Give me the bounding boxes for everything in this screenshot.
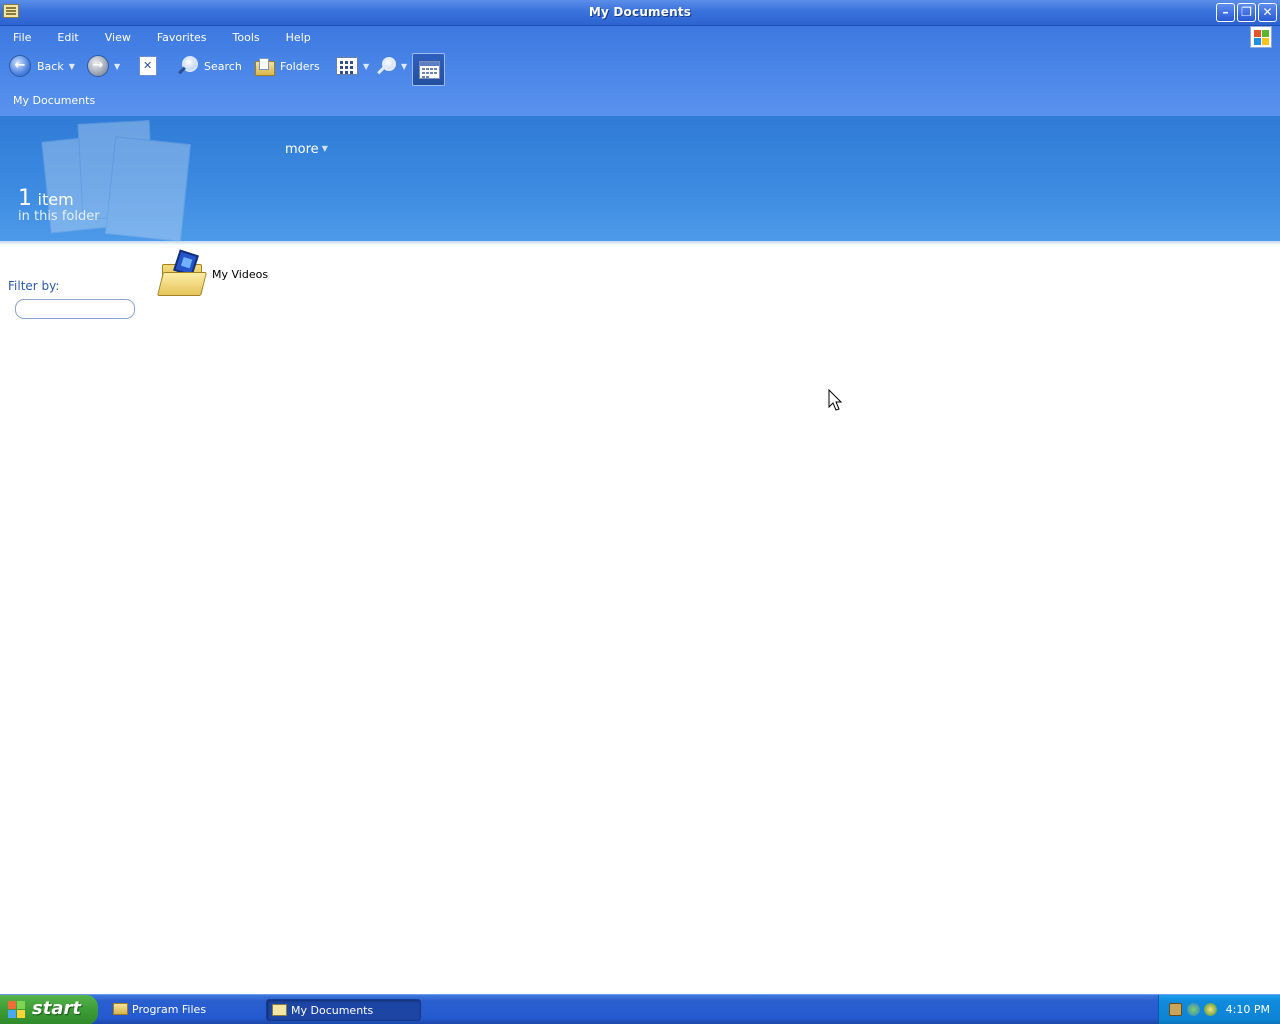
forward-arrow-icon: → [87, 55, 109, 77]
delete-button[interactable] [139, 52, 157, 80]
forward-dropdown-icon[interactable]: ▼ [114, 62, 120, 71]
zoom-dropdown-icon[interactable]: ▼ [401, 62, 407, 71]
taskbar-item-my-documents[interactable]: My Documents [266, 999, 421, 1021]
folders-label: Folders [280, 59, 320, 73]
system-tray: 4:10 PM [1158, 995, 1280, 1024]
restore-button[interactable]: ❐ [1237, 3, 1256, 22]
toolbar: ← Back ▼ → ▼ Search Folders ▼ ▼ [0, 52, 460, 86]
title-bar[interactable]: My Documents – ❐ ✕ [0, 0, 1280, 26]
more-button[interactable]: more ▼ [285, 142, 328, 157]
windows-flag-icon [8, 1001, 26, 1019]
file-item-my-videos[interactable]: My Videos [157, 249, 278, 302]
back-button[interactable]: ← Back ▼ [9, 52, 75, 80]
menu-bar: File Edit View Favorites Tools Help [0, 30, 323, 48]
address-breadcrumb[interactable]: My Documents [13, 94, 95, 107]
clock[interactable]: 4:10 PM [1226, 1003, 1270, 1016]
taskbar: start Program Files My Documents 4:10 PM [0, 994, 1280, 1024]
explorer-chrome: File Edit View Favorites Tools Help ← Ba… [0, 26, 1280, 116]
search-button[interactable]: Search [176, 52, 242, 80]
details-view-button[interactable] [412, 53, 445, 86]
more-label: more [285, 142, 319, 157]
search-icon [176, 55, 198, 77]
back-dropdown-icon[interactable]: ▼ [69, 62, 75, 71]
mouse-cursor-icon [828, 389, 843, 411]
security-tray-icon[interactable] [1204, 1003, 1217, 1016]
filter-label: Filter by: [8, 279, 60, 293]
folders-button[interactable]: Folders [254, 52, 320, 80]
my-videos-folder-icon [157, 249, 207, 298]
back-arrow-icon: ← [9, 55, 31, 77]
zoom-icon [374, 55, 396, 77]
filter-input[interactable] [15, 299, 135, 319]
globe-tray-icon[interactable] [1187, 1003, 1200, 1016]
menu-edit[interactable]: Edit [57, 30, 78, 48]
folders-icon [254, 57, 276, 76]
views-dropdown-icon[interactable]: ▼ [363, 62, 369, 71]
file-item-label: My Videos [212, 268, 269, 281]
menu-help[interactable]: Help [286, 30, 311, 48]
taskbar-item-label: Program Files [132, 1003, 207, 1016]
window-controls: – ❐ ✕ [1216, 3, 1277, 22]
views-button[interactable]: ▼ [336, 52, 369, 80]
more-caret-icon: ▼ [321, 144, 328, 153]
window-title: My Documents [588, 5, 692, 19]
network-tray-icon[interactable] [1169, 1003, 1182, 1016]
minimize-button[interactable]: – [1216, 3, 1235, 22]
my-documents-icon [272, 1004, 287, 1016]
folder-banner: 1 item in this folder more ▼ [0, 116, 1280, 242]
start-label: start [32, 998, 81, 1019]
calendar-view-icon [419, 61, 440, 79]
menu-view[interactable]: View [105, 30, 131, 48]
item-count-unit: item [37, 190, 74, 209]
back-label: Back [37, 59, 64, 73]
start-button[interactable]: start [0, 995, 98, 1024]
search-label: Search [204, 59, 242, 73]
menu-file[interactable]: File [13, 30, 31, 48]
menu-tools[interactable]: Tools [233, 30, 260, 48]
item-count-number: 1 [18, 186, 32, 211]
delete-icon [139, 56, 157, 76]
forward-button[interactable]: → ▼ [87, 52, 120, 80]
item-count: 1 item in this folder [18, 186, 100, 224]
zoom-button[interactable]: ▼ [374, 52, 407, 80]
views-icon [336, 57, 358, 75]
taskbar-item-label: My Documents [291, 1004, 374, 1017]
taskbar-item-program-files[interactable]: Program Files [108, 999, 263, 1021]
item-count-subtitle: in this folder [18, 209, 100, 224]
menu-favorites[interactable]: Favorites [157, 30, 207, 48]
windows-logo-icon [1250, 26, 1272, 48]
banner-divider [0, 241, 1280, 245]
folder-icon [113, 1003, 128, 1015]
close-button[interactable]: ✕ [1258, 3, 1277, 22]
